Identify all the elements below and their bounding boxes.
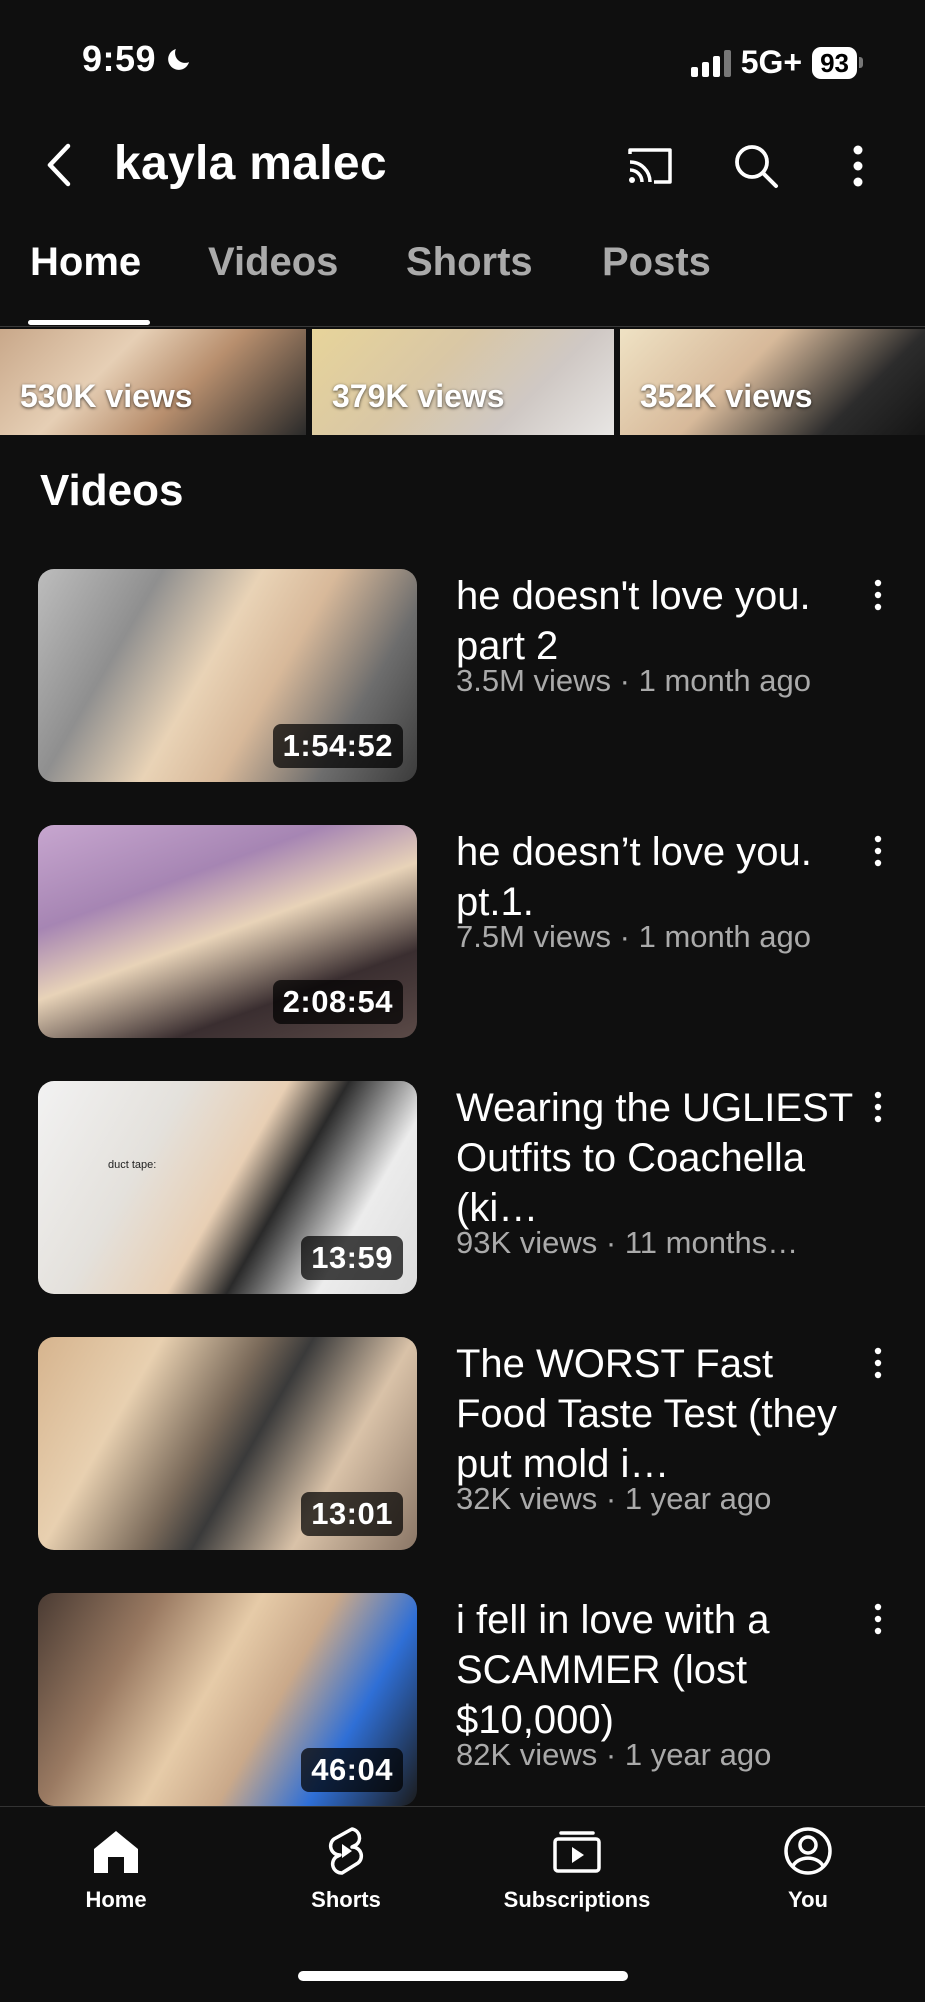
section-title: Videos [40, 466, 184, 515]
shorts-icon [328, 1827, 364, 1875]
nav-subscriptions[interactable]: Subscriptions [477, 1825, 677, 1913]
more-icon[interactable] [866, 577, 890, 617]
video-meta: 3.5M views · 1 month ago [456, 663, 811, 698]
nav-home[interactable]: Home [16, 1825, 216, 1913]
cast-icon[interactable] [624, 140, 676, 192]
short-card[interactable]: 352K views [620, 329, 925, 435]
nav-label: Home [85, 1887, 147, 1912]
back-icon[interactable] [38, 140, 78, 190]
tab-home[interactable]: Home [30, 240, 141, 285]
video-duration: 13:59 [301, 1236, 403, 1280]
video-title[interactable]: i fell in love with a SCAMMER (lost $10,… [456, 1595, 856, 1745]
video-meta: 32K views · 1 year ago [456, 1481, 772, 1516]
tab-videos[interactable]: Videos [208, 240, 338, 285]
home-icon [94, 1831, 138, 1873]
more-icon[interactable] [866, 833, 890, 873]
thumbnail-caption: duct tape: [108, 1159, 157, 1171]
video-title[interactable]: Wearing the UGLIEST Outfits to Coachella… [456, 1083, 856, 1233]
search-icon[interactable] [730, 140, 782, 192]
video-item[interactable]: 2:08:54 he doesn’t love you. pt.1. 7.5M … [0, 825, 925, 1040]
video-item[interactable]: 13:01 The WORST Fast Food Taste Test (th… [0, 1337, 925, 1552]
account-icon [784, 1827, 832, 1875]
status-time: 9:59 [82, 38, 194, 80]
video-title[interactable]: he doesn’t love you. pt.1. [456, 827, 856, 927]
home-indicator[interactable] [298, 1971, 628, 1981]
nav-you[interactable]: You [708, 1825, 908, 1913]
more-icon[interactable] [866, 1601, 890, 1641]
status-indicators: 5G+ 93 [690, 44, 863, 81]
video-thumbnail[interactable]: 13:01 [38, 1337, 417, 1550]
tab-shorts[interactable]: Shorts [406, 240, 533, 285]
short-card[interactable]: 530K views [0, 329, 306, 435]
battery-icon: 93 [812, 46, 863, 79]
video-title[interactable]: he doesn't love you. part 2 [456, 571, 856, 671]
subscriptions-icon [553, 1831, 601, 1873]
video-title[interactable]: The WORST Fast Food Taste Test (they put… [456, 1339, 856, 1489]
video-item[interactable]: 1:54:52 he doesn't love you. part 2 3.5M… [0, 569, 925, 784]
nav-label: Subscriptions [503, 1887, 651, 1912]
nav-label: You [788, 1887, 828, 1912]
signal-icon [690, 49, 731, 77]
video-thumbnail[interactable]: 1:54:52 [38, 569, 417, 782]
active-tab-indicator [28, 320, 150, 325]
video-meta: 82K views · 1 year ago [456, 1737, 772, 1772]
clock-text: 9:59 [82, 38, 157, 79]
video-meta: 93K views · 11 months… [456, 1225, 799, 1260]
more-icon[interactable] [866, 1089, 890, 1129]
video-thumbnail[interactable]: 2:08:54 [38, 825, 417, 1038]
video-duration: 2:08:54 [272, 980, 403, 1024]
video-thumbnail[interactable]: duct tape: 13:59 [38, 1081, 417, 1294]
moon-icon [168, 49, 190, 70]
channel-name: kayla malec [114, 137, 387, 190]
battery-level: 93 [812, 46, 857, 79]
more-icon[interactable] [866, 1345, 890, 1385]
short-views: 352K views [640, 378, 813, 414]
video-item[interactable]: duct tape: 13:59 Wearing the UGLIEST Out… [0, 1081, 925, 1296]
tab-posts[interactable]: Posts [602, 240, 711, 285]
more-icon[interactable] [832, 140, 884, 192]
video-duration: 46:04 [301, 1748, 403, 1792]
short-views: 530K views [20, 378, 193, 414]
nav-label: Shorts [311, 1887, 381, 1912]
short-views: 379K views [332, 378, 505, 414]
nav-shorts[interactable]: Shorts [246, 1825, 446, 1913]
video-item[interactable]: 46:04 i fell in love with a SCAMMER (los… [0, 1593, 925, 1808]
network-label: 5G+ [740, 44, 803, 80]
video-thumbnail[interactable]: 46:04 [38, 1593, 417, 1806]
short-card[interactable]: 379K views [312, 329, 614, 435]
channel-tabs: Home Videos Shorts Posts [0, 240, 925, 327]
video-duration: 1:54:52 [272, 724, 403, 768]
video-meta: 7.5M views · 1 month ago [456, 919, 811, 954]
video-duration: 13:01 [301, 1492, 403, 1536]
